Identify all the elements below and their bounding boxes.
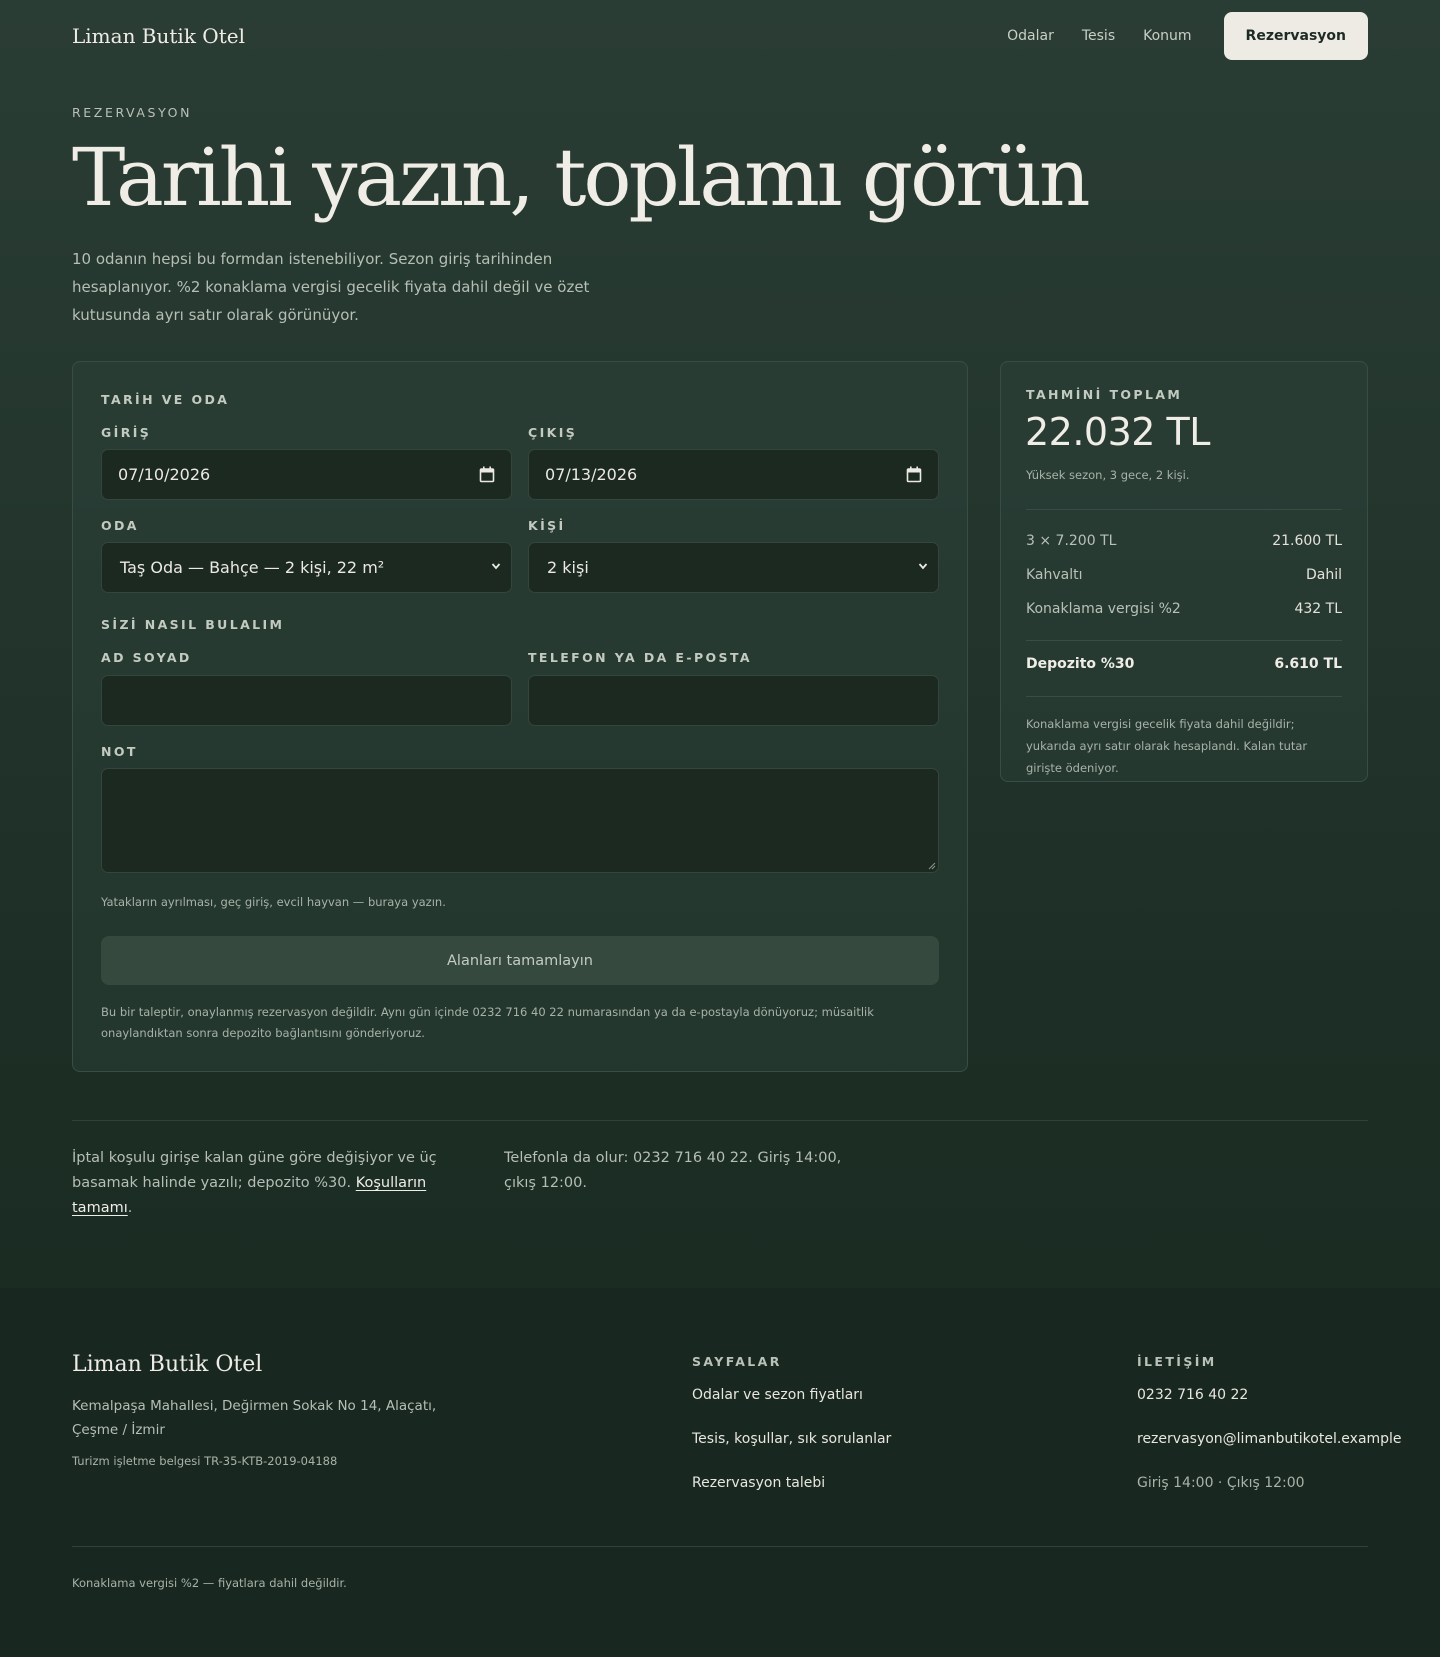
- request-disclaimer: Bu bir taleptir, onaylanmış rezervasyon …: [101, 1005, 874, 1040]
- note-label: NOT: [101, 744, 138, 759]
- brand-logo[interactable]: Liman Butik Otel: [72, 24, 245, 48]
- footer-link-rooms[interactable]: Odalar ve sezon fiyatları: [692, 1387, 863, 1403]
- footer-link-reservation[interactable]: Rezervasyon talebi: [692, 1475, 825, 1491]
- footer-pages-label: SAYFALAR: [692, 1354, 782, 1369]
- summary-row-deposit: Depozito %30 6.610 TL: [1026, 656, 1342, 672]
- site-footer: Liman Butik Otel Kemalpaşa Mahallesi, De…: [0, 1288, 1440, 1657]
- note-hint: Yatakların ayrılması, geç giriş, evcil h…: [101, 895, 446, 909]
- footer-phone-link[interactable]: 0232 716 40 22: [1137, 1387, 1248, 1403]
- contact-label: TELEFON YA DA E-POSTA: [528, 650, 752, 665]
- summary-divider: [1026, 640, 1342, 641]
- reservation-button[interactable]: Rezervasyon: [1223, 12, 1368, 60]
- footer-tax-note: Konaklama vergisi %2 — fiyatlara dahil d…: [72, 1576, 347, 1590]
- hero-eyebrow: REZERVASYON: [72, 105, 193, 120]
- footer-contact-label: İLETİŞİM: [1137, 1354, 1217, 1369]
- summary-row-label: Konaklama vergisi %2: [1026, 601, 1181, 617]
- checkin-label: GİRİŞ: [101, 425, 152, 440]
- hero-description: 10 odanın hepsi bu formdan istenebiliyor…: [72, 250, 590, 324]
- phone-info: Telefonla da olur: 0232 716 40 22. Giriş…: [504, 1150, 842, 1191]
- checkin-date-input[interactable]: 07/10/2026: [101, 449, 512, 500]
- price-summary-card: TAHMİNİ TOPLAM 22.032 TL Yüksek sezon, 3…: [1000, 361, 1368, 782]
- checkout-date-input[interactable]: 07/13/2026: [528, 449, 939, 500]
- deposit-value: 6.610 TL: [1274, 656, 1342, 672]
- summary-subtitle: Yüksek sezon, 3 gece, 2 kişi.: [1026, 468, 1190, 482]
- summary-row-value: Dahil: [1305, 567, 1342, 583]
- terms-suffix: .: [127, 1200, 133, 1216]
- summary-row-value: 432 TL: [1294, 601, 1342, 617]
- main-nav: Odalar Tesis Konum Rezervasyon: [1007, 12, 1368, 60]
- summary-row-nights: 3 × 7.200 TL 21.600 TL: [1026, 533, 1342, 549]
- deposit-label: Depozito %30: [1026, 656, 1135, 672]
- resize-handle-icon[interactable]: [928, 862, 936, 870]
- summary-row-value: 21.600 TL: [1272, 533, 1342, 549]
- footer-brand: Liman Butik Otel: [72, 1352, 263, 1377]
- footer-address: Kemalpaşa Mahallesi, Değirmen Sokak No 1…: [72, 1398, 437, 1438]
- guests-select[interactable]: 2 kişi: [528, 542, 939, 593]
- cancellation-info: İptal koşulu girişe kalan güne göre deği…: [72, 1146, 472, 1221]
- section-contact-label: SİZİ NASIL BULALIM: [101, 617, 285, 632]
- footer-email-link[interactable]: rezervasyon@limanbutikotel.example: [1137, 1431, 1402, 1447]
- chevron-down-icon: [918, 563, 928, 570]
- footer-hours: Giriş 14:00 · Çıkış 12:00: [1137, 1475, 1305, 1491]
- page-title: Tarihi yazın, toplamı görün: [72, 131, 1091, 224]
- guests-selected-value: 2 kişi: [547, 558, 589, 577]
- summary-total: 22.032 TL: [1025, 410, 1210, 454]
- summary-divider: [1026, 696, 1342, 697]
- summary-note: Konaklama vergisi gecelik fiyata dahil d…: [1026, 717, 1308, 775]
- checkout-value: 07/13/2026: [545, 465, 638, 484]
- calendar-icon[interactable]: [906, 466, 922, 483]
- room-selected-value: Taş Oda — Bahçe — 2 kişi, 22 m²: [120, 558, 385, 577]
- checkin-value: 07/10/2026: [118, 465, 211, 484]
- name-label: AD SOYAD: [101, 650, 192, 665]
- footer-license: Turizm işletme belgesi TR-35-KTB-2019-04…: [72, 1454, 338, 1468]
- summary-row-label: 3 × 7.200 TL: [1026, 533, 1117, 549]
- submit-button[interactable]: Alanları tamamlayın: [101, 936, 939, 985]
- name-input[interactable]: [101, 675, 512, 726]
- summary-row-label: Kahvaltı: [1026, 567, 1083, 583]
- nav-link-tesis[interactable]: Tesis: [1082, 28, 1115, 44]
- nav-link-odalar[interactable]: Odalar: [1007, 28, 1054, 44]
- site-header: Liman Butik Otel Odalar Tesis Konum Reze…: [72, 12, 1368, 60]
- room-select[interactable]: Taş Oda — Bahçe — 2 kişi, 22 m²: [101, 542, 512, 593]
- guests-label: KİŞİ: [528, 518, 566, 533]
- summary-row-tax: Konaklama vergisi %2 432 TL: [1026, 601, 1342, 617]
- summary-divider: [1026, 509, 1342, 510]
- nav-link-konum[interactable]: Konum: [1143, 28, 1191, 44]
- calendar-icon[interactable]: [479, 466, 495, 483]
- contact-input[interactable]: [528, 675, 939, 726]
- summary-row-breakfast: Kahvaltı Dahil: [1026, 567, 1342, 583]
- room-label: ODA: [101, 518, 139, 533]
- reservation-form-card: TARİH VE ODA GİRİŞ 07/10/2026 ÇIKIŞ 07/1…: [72, 361, 968, 1072]
- section-dates-label: TARİH VE ODA: [101, 392, 230, 407]
- note-textarea[interactable]: [101, 768, 939, 873]
- chevron-down-icon: [491, 563, 501, 570]
- section-divider: [72, 1120, 1368, 1121]
- summary-label: TAHMİNİ TOPLAM: [1026, 387, 1183, 402]
- footer-divider: [72, 1546, 1368, 1547]
- checkout-label: ÇIKIŞ: [528, 425, 578, 440]
- footer-link-facility[interactable]: Tesis, koşullar, sık sorulanlar: [692, 1431, 891, 1447]
